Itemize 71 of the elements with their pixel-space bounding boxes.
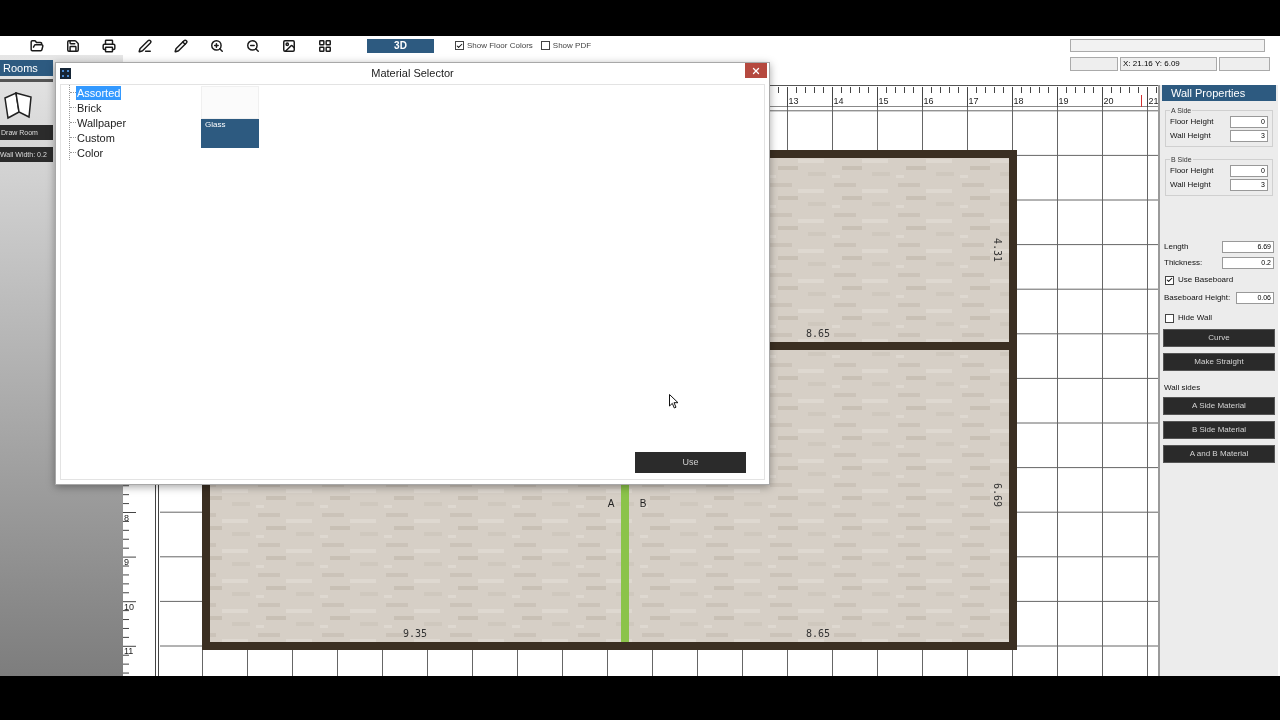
cursor-icon (669, 394, 679, 409)
close-icon (751, 65, 761, 76)
material-button[interactable]: A Side Material (1163, 397, 1275, 415)
image-icon[interactable] (282, 38, 296, 53)
checkbox-label: Hide Wall (1178, 312, 1212, 324)
dimension-label: 8.65 (805, 328, 831, 339)
close-button[interactable] (745, 63, 767, 78)
checkbox[interactable] (455, 41, 464, 50)
position-marker (1141, 94, 1142, 107)
tree-item[interactable]: Wallpaper (76, 115, 128, 130)
dimension-label: 9.35 (402, 628, 428, 639)
use-button[interactable]: Use (635, 452, 746, 473)
status-field (1070, 57, 1118, 71)
checkbox[interactable] (1165, 313, 1174, 323)
ruler-number: 17 (968, 96, 979, 106)
save-icon[interactable] (66, 38, 80, 53)
dimension-label: 6.69 (992, 482, 1003, 508)
rooms-tab[interactable]: Rooms (0, 60, 53, 76)
zoom-out-icon[interactable] (246, 38, 260, 53)
ruler-number: 16 (923, 96, 934, 106)
material-button[interactable]: B Side Material (1163, 421, 1275, 439)
status-field (1219, 57, 1270, 71)
pencil-icon[interactable] (174, 38, 188, 53)
room-walls-icon (2, 90, 34, 122)
dialog-title: Material Selector (371, 65, 454, 81)
field-label: Baseboard Height: (1164, 292, 1231, 304)
printer-icon[interactable] (102, 38, 116, 53)
material-tile[interactable]: Glass (201, 86, 259, 148)
ruler-number: 10 (124, 601, 134, 612)
panel-header: Wall Properties (1162, 85, 1276, 101)
app-icon (60, 67, 71, 79)
field-label: Floor Height (1170, 116, 1214, 128)
wall-side-label: A (607, 498, 615, 509)
field-label: Wall Height (1170, 179, 1211, 191)
input-field[interactable] (1070, 39, 1265, 52)
ruler-number: 15 (878, 96, 889, 106)
tree-item[interactable]: Custom (76, 130, 116, 145)
zoom-in-icon[interactable] (210, 38, 224, 53)
wall-side-label: B (639, 498, 647, 509)
checkbox[interactable] (540, 41, 550, 50)
ruler-number: 9 (124, 557, 129, 568)
field-label: Floor Height (1170, 165, 1214, 177)
ruler-number: 11 (124, 646, 134, 657)
tree-item[interactable]: Color (76, 145, 105, 160)
ruler-number: 19 (1058, 96, 1069, 106)
ruler-number: 18 (1013, 96, 1024, 106)
ruler-number: 21 (1148, 96, 1158, 106)
material-button[interactable]: A and B Material (1163, 445, 1275, 463)
checkbox-label: Show Floor Colors (467, 39, 533, 52)
action-button[interactable]: Curve (1163, 329, 1275, 347)
ruler-number: 20 (1103, 96, 1114, 106)
dimension-label: 8.65 (805, 628, 831, 639)
pen-line-icon[interactable] (138, 38, 152, 53)
coordinates-field: X: 21.16 Y: 6.09 (1120, 57, 1217, 71)
ruler-number: 8 (124, 512, 129, 523)
dimension-label: 4.31 (992, 237, 1003, 263)
field-label: Thickness: (1164, 257, 1203, 269)
checkbox-label: Use Baseboard (1178, 274, 1234, 286)
field-label: Length (1164, 241, 1189, 253)
material-thumbnail (201, 86, 259, 119)
section-label: Wall sides (1163, 383, 1202, 393)
checkbox[interactable] (1165, 275, 1174, 285)
ruler-number: 14 (833, 96, 844, 106)
folder-icon[interactable] (30, 38, 44, 53)
ruler-number: 13 (788, 96, 799, 106)
view-3d-button[interactable]: 3D (367, 38, 434, 53)
field-label: Wall Height (1170, 130, 1211, 142)
grid-icon[interactable] (318, 38, 332, 53)
checkbox-label: Show PDF (552, 39, 592, 52)
tree-item[interactable]: Brick (76, 100, 103, 115)
action-button[interactable]: Make Straight (1163, 353, 1275, 371)
